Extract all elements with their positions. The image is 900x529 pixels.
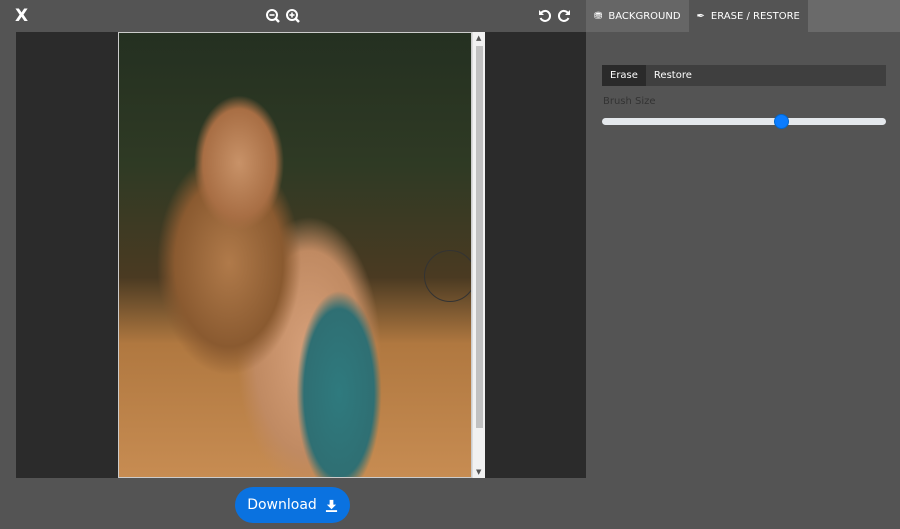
close-button[interactable]: X xyxy=(15,6,28,26)
slider-knob[interactable] xyxy=(773,114,789,129)
download-icon xyxy=(325,499,337,512)
scroll-down-icon[interactable]: ▼ xyxy=(476,468,481,476)
brush-size-slider[interactable] xyxy=(602,114,886,129)
mode-toggle: Erase Restore xyxy=(602,65,886,86)
panel-tabs: ⛃ BACKGROUND ✒ ERASE / RESTORE xyxy=(586,0,900,32)
download-button[interactable]: Download xyxy=(235,487,350,523)
scroll-up-icon[interactable]: ▲ xyxy=(476,34,481,42)
brush-size-label: Brush Size xyxy=(603,96,656,107)
database-icon: ⛃ xyxy=(594,10,603,22)
photo-image[interactable] xyxy=(118,32,472,478)
brush-icon: ✒ xyxy=(696,10,705,22)
erase-button[interactable]: Erase xyxy=(602,65,646,86)
undo-icon[interactable] xyxy=(537,8,553,24)
scroll-thumb[interactable] xyxy=(476,46,483,428)
zoom-out-icon[interactable] xyxy=(265,8,281,24)
brush-cursor xyxy=(424,250,471,302)
restore-button[interactable]: Restore xyxy=(646,65,700,86)
download-label: Download xyxy=(247,497,317,513)
tab-label: ERASE / RESTORE xyxy=(710,10,800,22)
zoom-in-icon[interactable] xyxy=(285,8,301,24)
tab-label: BACKGROUND xyxy=(608,10,681,22)
tab-erase-restore[interactable]: ✒ ERASE / RESTORE xyxy=(688,0,808,32)
tab-background[interactable]: ⛃ BACKGROUND xyxy=(586,0,689,32)
redo-icon[interactable] xyxy=(556,8,572,24)
scrollbar[interactable]: ▲ ▼ xyxy=(472,32,485,478)
